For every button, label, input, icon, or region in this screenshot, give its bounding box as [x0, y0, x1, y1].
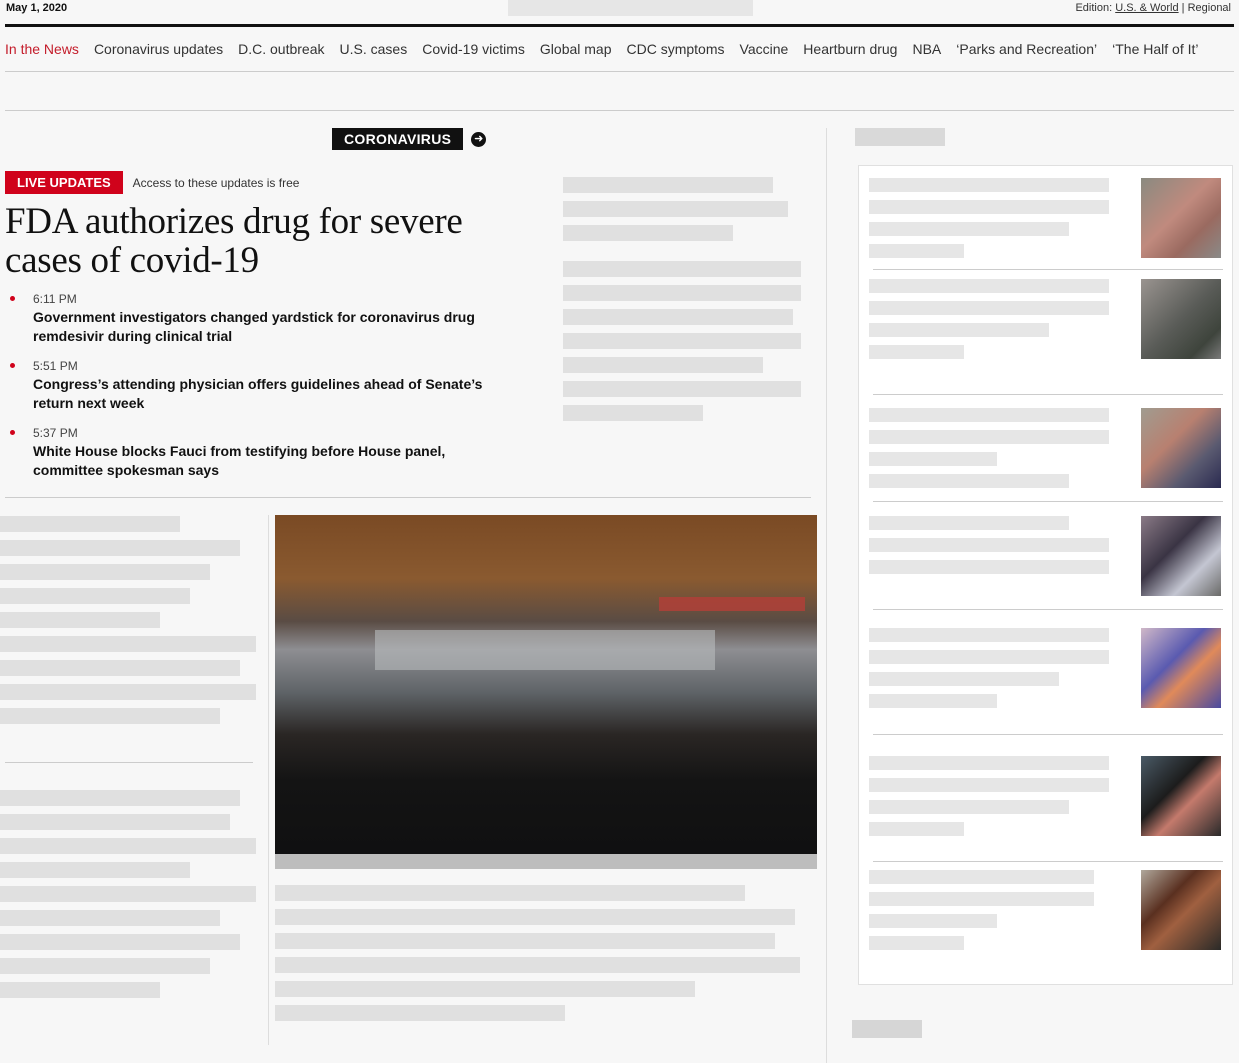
story-thumbnail[interactable]: [1141, 279, 1221, 359]
live-update-item[interactable]: 5:51 PM Congress’s attending physician o…: [10, 359, 510, 413]
story-thumbnail[interactable]: [1141, 516, 1221, 596]
arrow-circle-right-icon[interactable]: ➜: [471, 131, 487, 147]
live-updates-badge[interactable]: LIVE UPDATES: [5, 171, 123, 194]
kicker-label[interactable]: CORONAVIRUS: [332, 128, 464, 150]
rail-heading-blurred: [855, 128, 945, 146]
bullet-icon: [10, 363, 15, 368]
rail-story[interactable]: [869, 269, 1221, 359]
nav-item-cdc-symptoms[interactable]: CDC symptoms: [627, 41, 725, 57]
photo-detail: [659, 597, 805, 611]
masthead-rule: [5, 24, 1234, 27]
lead-photo[interactable]: [275, 515, 817, 869]
photo-caption-strip: [275, 854, 817, 869]
bullet-icon: [10, 296, 15, 301]
nav-item-nba[interactable]: NBA: [912, 41, 941, 57]
edition-date: May 1, 2020: [6, 2, 68, 14]
nav-item-us-cases[interactable]: U.S. cases: [340, 41, 408, 57]
nav-item-coronavirus-updates[interactable]: Coronavirus updates: [94, 41, 223, 57]
nav-item-global-map[interactable]: Global map: [540, 41, 612, 57]
photo-detail: [375, 630, 715, 670]
story-thumbnail[interactable]: [1141, 628, 1221, 708]
rail-story[interactable]: [869, 168, 1221, 258]
nav-item-vaccine[interactable]: Vaccine: [740, 41, 789, 57]
left-divider: [5, 762, 253, 763]
update-time: 6:11 PM: [33, 292, 77, 306]
rail-story[interactable]: [869, 506, 1221, 596]
nav-item-in-the-news[interactable]: In the News: [5, 41, 79, 57]
story-thumbnail[interactable]: [1141, 870, 1221, 950]
edition-regional-link[interactable]: Regional: [1188, 2, 1231, 14]
rail-rule: [826, 128, 827, 1063]
rail-story[interactable]: [869, 618, 1221, 708]
coronavirus-kicker[interactable]: CORONAVIRUS ➜: [332, 128, 487, 150]
nav-item-the-half-of-it[interactable]: ‘The Half of It’: [1112, 41, 1198, 57]
nav-item-parks-and-recreation[interactable]: ‘Parks and Recreation’: [956, 41, 1097, 57]
in-the-news-nav: In the News Coronavirus updates D.C. out…: [5, 41, 1214, 57]
section-divider: [5, 110, 1234, 111]
blurred-story-text[interactable]: [563, 177, 803, 429]
nav-item-covid-victims[interactable]: Covid-19 victims: [422, 41, 525, 57]
update-headline[interactable]: Government investigators changed yardsti…: [33, 308, 510, 346]
story-thumbnail[interactable]: [1141, 178, 1221, 258]
free-access-note: Access to these updates is free: [132, 175, 300, 190]
story-thumbnail[interactable]: [1141, 756, 1221, 836]
nav-item-dc-outbreak[interactable]: D.C. outbreak: [238, 41, 324, 57]
rail-story[interactable]: [869, 398, 1221, 488]
rail-footer-blurred: [852, 1020, 922, 1038]
blurred-left-story-2[interactable]: [0, 790, 256, 1006]
story-thumbnail[interactable]: [1141, 408, 1221, 488]
update-time: 5:37 PM: [33, 426, 78, 440]
column-rule: [268, 515, 269, 1045]
rail-story[interactable]: [869, 746, 1221, 836]
masthead-logo-blurred[interactable]: [508, 0, 753, 16]
update-headline[interactable]: White House blocks Fauci from testifying…: [33, 442, 510, 480]
lead-headline[interactable]: FDA authorizes drug for severe cases of …: [5, 202, 525, 280]
blurred-photo-story[interactable]: [275, 885, 815, 1029]
rail-story[interactable]: [869, 860, 1221, 950]
right-rail-list: [858, 165, 1233, 985]
edition-separator: |: [1181, 2, 1185, 14]
blurred-left-story[interactable]: [0, 516, 256, 732]
live-update-item[interactable]: 6:11 PM Government investigators changed…: [10, 292, 510, 346]
live-update-item[interactable]: 5:37 PM White House blocks Fauci from te…: [10, 426, 510, 480]
update-headline[interactable]: Congress’s attending physician offers gu…: [33, 375, 510, 413]
update-time: 5:51 PM: [33, 359, 78, 373]
nav-item-heartburn-drug[interactable]: Heartburn drug: [803, 41, 897, 57]
nav-divider: [5, 71, 1234, 72]
edition-us-world-link[interactable]: U.S. & World: [1115, 2, 1178, 14]
edition-switcher: Edition: U.S. & World | Regional: [1075, 2, 1231, 14]
bullet-icon: [10, 430, 15, 435]
live-updates-header: LIVE UPDATES Access to these updates is …: [5, 171, 299, 194]
story-divider: [5, 497, 811, 498]
edition-label: Edition:: [1075, 2, 1113, 14]
